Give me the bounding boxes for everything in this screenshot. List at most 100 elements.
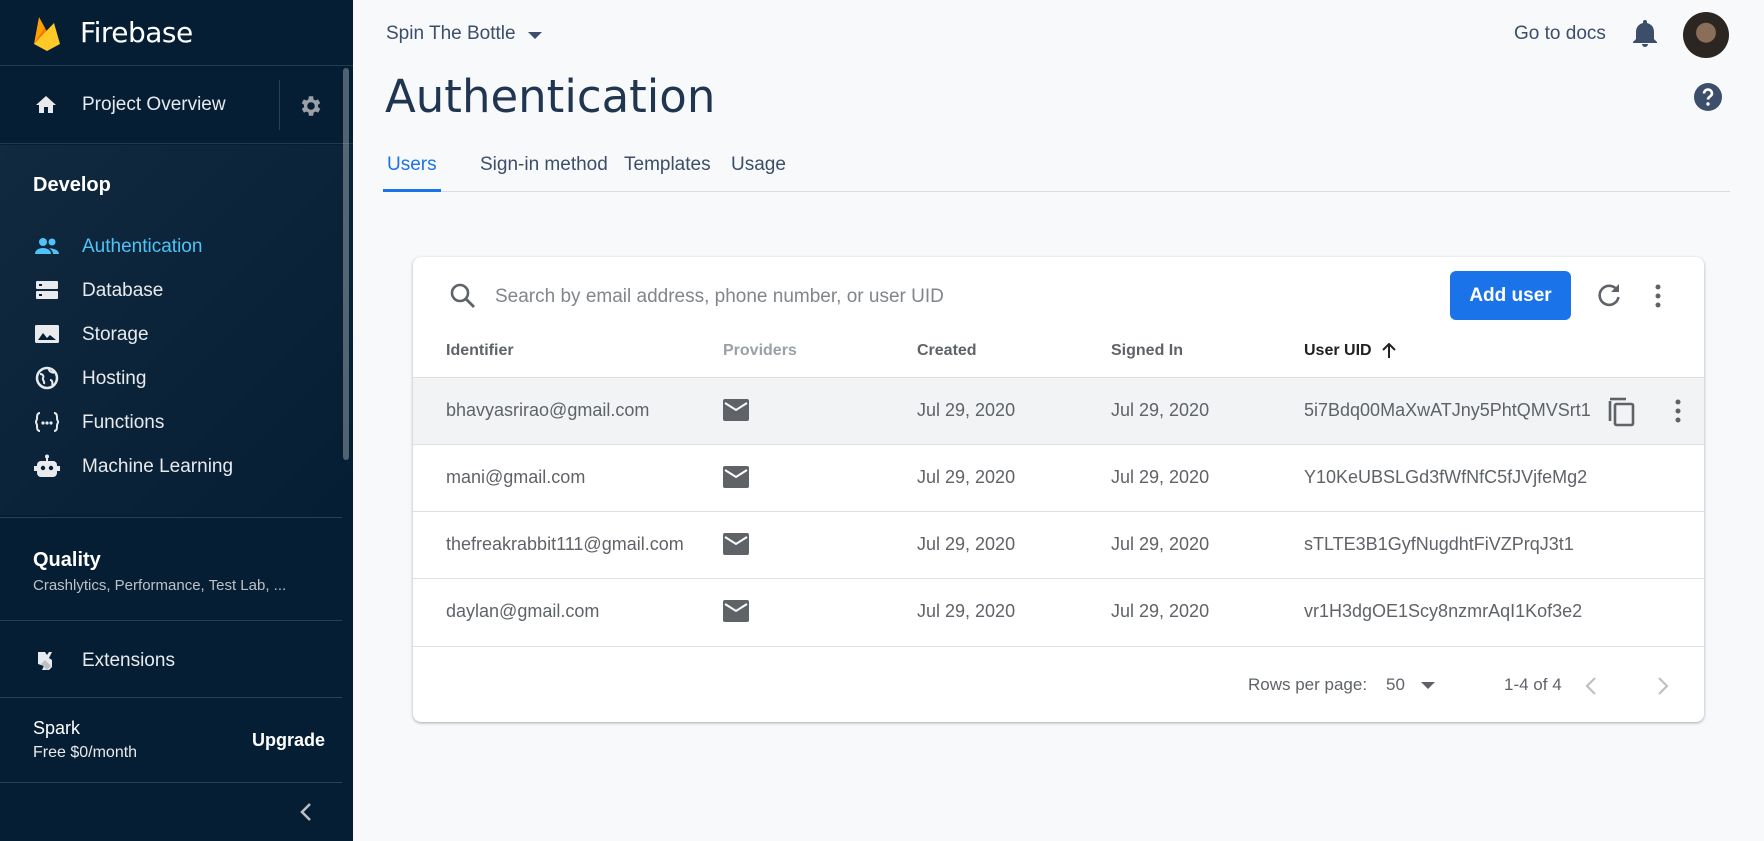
table-row[interactable]: thefreakrabbit111@gmail.com Jul 29, 2020… [413, 511, 1704, 578]
identifier-cell: thefreakrabbit111@gmail.com [446, 534, 684, 554]
uid-cell: Y10KeUBSLGd3fWfNfC5fJVjfeMg2 [1304, 467, 1588, 487]
column-header-identifier[interactable]: Identifier [446, 342, 514, 360]
avatar[interactable] [1683, 12, 1729, 58]
sidebar-item-label: Functions [82, 412, 165, 433]
sidebar: Firebase Project Overview Develop Authen… [0, 0, 353, 841]
brand-name: Firebase [80, 16, 193, 49]
sidebar-item-label: Hosting [82, 368, 147, 389]
chevron-down-icon[interactable] [1421, 682, 1435, 689]
tab-users[interactable]: Users [383, 154, 441, 192]
tab-bar: Users Sign-in method Templates Usage [383, 150, 1730, 192]
chevron-left-icon[interactable] [296, 800, 316, 824]
sidebar-item-label: Authentication [82, 236, 203, 257]
signed-in-cell: Jul 29, 2020 [1111, 467, 1210, 487]
sidebar-item-label: Machine Learning [82, 456, 234, 477]
created-cell: Jul 29, 2020 [917, 601, 1016, 621]
mail-icon [723, 399, 749, 421]
page-title: Authentication [385, 70, 716, 123]
gear-icon[interactable] [298, 93, 324, 119]
rows-per-page-label: Rows per page: [1248, 675, 1368, 694]
signed-in-cell: Jul 29, 2020 [1111, 400, 1210, 420]
database-icon [36, 281, 58, 299]
project-overview-row: Project Overview [0, 66, 353, 144]
sidebar-item-label: Storage [82, 324, 149, 345]
sidebar-item-label: Database [82, 280, 164, 301]
sidebar-scrollbar[interactable] [343, 68, 349, 460]
table-row[interactable]: daylan@gmail.com Jul 29, 2020 Jul 29, 20… [413, 578, 1704, 645]
arrow-up-icon [1382, 342, 1396, 358]
tab-templates[interactable]: Templates [620, 154, 715, 192]
column-header-user-uid[interactable]: User UID [1304, 342, 1396, 360]
sidebar-item-hosting[interactable]: Hosting [0, 358, 340, 398]
mail-icon [723, 533, 749, 555]
sidebar-item-database[interactable]: Database [0, 270, 340, 310]
upgrade-button[interactable]: Upgrade [248, 728, 329, 753]
users-card: Add user Identifier Providers Created Si… [413, 257, 1704, 722]
brand-header[interactable]: Firebase [0, 0, 353, 66]
column-header-signed-in[interactable]: Signed In [1111, 342, 1183, 360]
firebase-logo-icon [34, 16, 60, 51]
created-cell: Jul 29, 2020 [917, 400, 1016, 420]
uid-cell: sTLTE3B1GyfNugdhtFiVZPrqJ3t1 [1304, 534, 1574, 554]
storage-icon [35, 325, 59, 343]
search-icon [450, 283, 475, 308]
more-vert-icon[interactable] [1653, 283, 1663, 309]
project-overview-link[interactable]: Project Overview [82, 94, 226, 116]
column-header-providers: Providers [723, 342, 797, 359]
go-to-docs-link[interactable]: Go to docs [1514, 23, 1606, 45]
sidebar-item-storage[interactable]: Storage [0, 314, 340, 354]
robot-icon [34, 454, 60, 477]
sidebar-item-machine-learning[interactable]: Machine Learning [0, 446, 340, 486]
table-bottom-divider [413, 646, 1704, 647]
created-cell: Jul 29, 2020 [917, 534, 1016, 554]
sidebar-item-label: Extensions [82, 650, 175, 671]
mail-icon [723, 600, 749, 622]
table-pagination: Rows per page: 50 1-4 of 4 [413, 675, 1704, 705]
section-divider [0, 517, 342, 518]
section-divider [0, 620, 342, 621]
globe-icon [35, 366, 59, 390]
sidebar-item-authentication[interactable]: Authentication [0, 226, 340, 266]
uid-cell: vr1H3dgOE1Scy8nzmrAqI1Kof3e2 [1304, 601, 1583, 621]
sidebar-item-functions[interactable]: Functions [0, 402, 340, 442]
identifier-cell: mani@gmail.com [446, 467, 586, 487]
more-vert-icon[interactable] [1673, 398, 1683, 424]
extensions-icon [38, 652, 52, 670]
search-input[interactable] [495, 281, 1095, 313]
section-divider [0, 697, 342, 698]
overview-divider [279, 80, 280, 130]
page-range: 1-4 of 4 [1504, 675, 1562, 694]
add-user-button[interactable]: Add user [1450, 271, 1571, 320]
plan-price: Free $0/month [33, 744, 138, 761]
identifier-cell: daylan@gmail.com [446, 601, 600, 621]
project-name: Spin The Bottle [386, 23, 516, 44]
signed-in-cell: Jul 29, 2020 [1111, 534, 1210, 554]
plan-name: Spark [33, 718, 81, 738]
uid-cell: 5i7Bdq00MaXwATJny5PhtQMVSrt1 [1304, 400, 1591, 420]
bell-icon[interactable] [1632, 20, 1658, 48]
tab-usage[interactable]: Usage [727, 154, 790, 192]
chevron-down-icon [527, 31, 542, 39]
copy-icon[interactable] [1606, 395, 1636, 427]
column-header-label: User UID [1304, 342, 1372, 359]
help-icon[interactable] [1693, 82, 1723, 112]
functions-icon [34, 412, 60, 432]
project-selector[interactable]: Spin The Bottle [386, 23, 542, 45]
column-header-created[interactable]: Created [917, 342, 977, 360]
tab-sign-in-method[interactable]: Sign-in method [476, 154, 612, 192]
quality-section-subtitle[interactable]: Crashlytics, Performance, Test Lab, ... [33, 577, 286, 594]
chevron-right-icon[interactable] [1655, 675, 1671, 697]
refresh-icon[interactable] [1595, 281, 1623, 309]
people-icon [35, 238, 59, 254]
sidebar-item-extensions[interactable]: Extensions [0, 640, 340, 680]
table-row[interactable]: bhavyasrirao@gmail.com Jul 29, 2020 Jul … [413, 377, 1704, 444]
mail-icon [723, 466, 749, 488]
rows-per-page-select[interactable]: 50 [1386, 675, 1405, 695]
section-divider [0, 782, 342, 783]
chevron-left-icon[interactable] [1583, 675, 1599, 697]
quality-section-title[interactable]: Quality [33, 549, 101, 572]
created-cell: Jul 29, 2020 [917, 467, 1016, 487]
develop-section-title: Develop [33, 174, 111, 196]
identifier-cell: bhavyasrirao@gmail.com [446, 400, 650, 420]
table-row[interactable]: mani@gmail.com Jul 29, 2020 Jul 29, 2020… [413, 444, 1704, 511]
